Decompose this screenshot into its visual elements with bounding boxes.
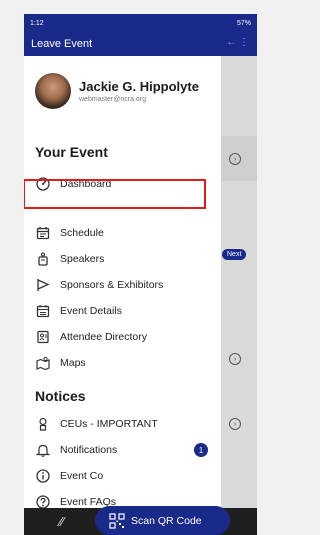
- navigation-drawer: Jackie G. Hippolyte webmaster@ncra.org Y…: [24, 56, 221, 509]
- profile-name: Jackie G. Hippolyte: [79, 79, 199, 94]
- menu-item-notifications[interactable]: Notifications 1: [24, 438, 221, 462]
- qr-code-icon: [109, 512, 125, 529]
- leave-event-button[interactable]: Leave Event: [31, 38, 92, 50]
- menu-item-speakers[interactable]: Speakers: [24, 247, 221, 271]
- menu-item-event-details[interactable]: Event Details: [24, 299, 221, 323]
- calendar-detail-icon: [36, 304, 50, 318]
- menu-item-attendee-directory[interactable]: Attendee Directory: [24, 325, 221, 349]
- app-bar: Leave Event ← ⋮: [24, 32, 257, 56]
- notification-count-badge: 1: [194, 443, 208, 457]
- menu-label: Schedule: [60, 227, 104, 239]
- menu-label: Sponsors & Exhibitors: [60, 279, 164, 291]
- schedule-highlight-box: [24, 179, 206, 209]
- avatar: [35, 73, 71, 109]
- podium-icon: [36, 252, 50, 266]
- fab-label: Scan QR Code: [131, 514, 202, 527]
- menu-label: Maps: [60, 357, 86, 369]
- phone-screen: 1:12 57% Leave Event ← ⋮ › › › Next Jack…: [24, 14, 257, 535]
- section-your-event: Your Event: [35, 144, 108, 160]
- map-icon: [36, 356, 50, 370]
- contact-card-icon: [36, 330, 50, 344]
- scan-qr-code-button[interactable]: Scan QR Code: [95, 506, 230, 535]
- help-icon: [36, 495, 50, 509]
- status-bar: 1:12 57%: [24, 14, 257, 32]
- menu-item-sponsors[interactable]: Sponsors & Exhibitors: [24, 273, 221, 297]
- menu-item-schedule[interactable]: Schedule: [24, 221, 221, 245]
- ceu-icon: [36, 417, 50, 431]
- flag-icon: [36, 278, 50, 292]
- menu-item-event-contact[interactable]: Event Co: [24, 464, 221, 488]
- bell-icon: [36, 443, 50, 457]
- profile-email: webmaster@ncra.org: [79, 96, 147, 103]
- background-chevron-icon: ›: [229, 418, 241, 430]
- section-notices: Notices: [35, 388, 86, 404]
- menu-label: Notifications: [60, 444, 118, 456]
- info-icon: [36, 469, 50, 483]
- app-bar-actions[interactable]: ← ⋮: [226, 37, 249, 48]
- recent-apps-icon[interactable]: ⁄⁄: [60, 514, 64, 529]
- calendar-icon: [36, 226, 50, 240]
- profile-header[interactable]: Jackie G. Hippolyte webmaster@ncra.org: [35, 73, 199, 109]
- next-badge: Next: [222, 249, 247, 260]
- background-chevron-icon: ›: [229, 153, 241, 165]
- menu-item-ceus[interactable]: CEUs - IMPORTANT: [24, 412, 221, 436]
- status-time: 1:12: [30, 19, 44, 27]
- menu-item-maps[interactable]: Maps: [24, 351, 221, 375]
- menu-label: Attendee Directory: [60, 331, 147, 343]
- menu-label: Event Details: [60, 305, 122, 317]
- status-battery: 57%: [236, 19, 251, 27]
- background-chevron-icon: ›: [229, 353, 241, 365]
- menu-label: Speakers: [60, 253, 105, 265]
- menu-label: Event Co: [60, 470, 104, 482]
- menu-label: CEUs - IMPORTANT: [60, 418, 158, 430]
